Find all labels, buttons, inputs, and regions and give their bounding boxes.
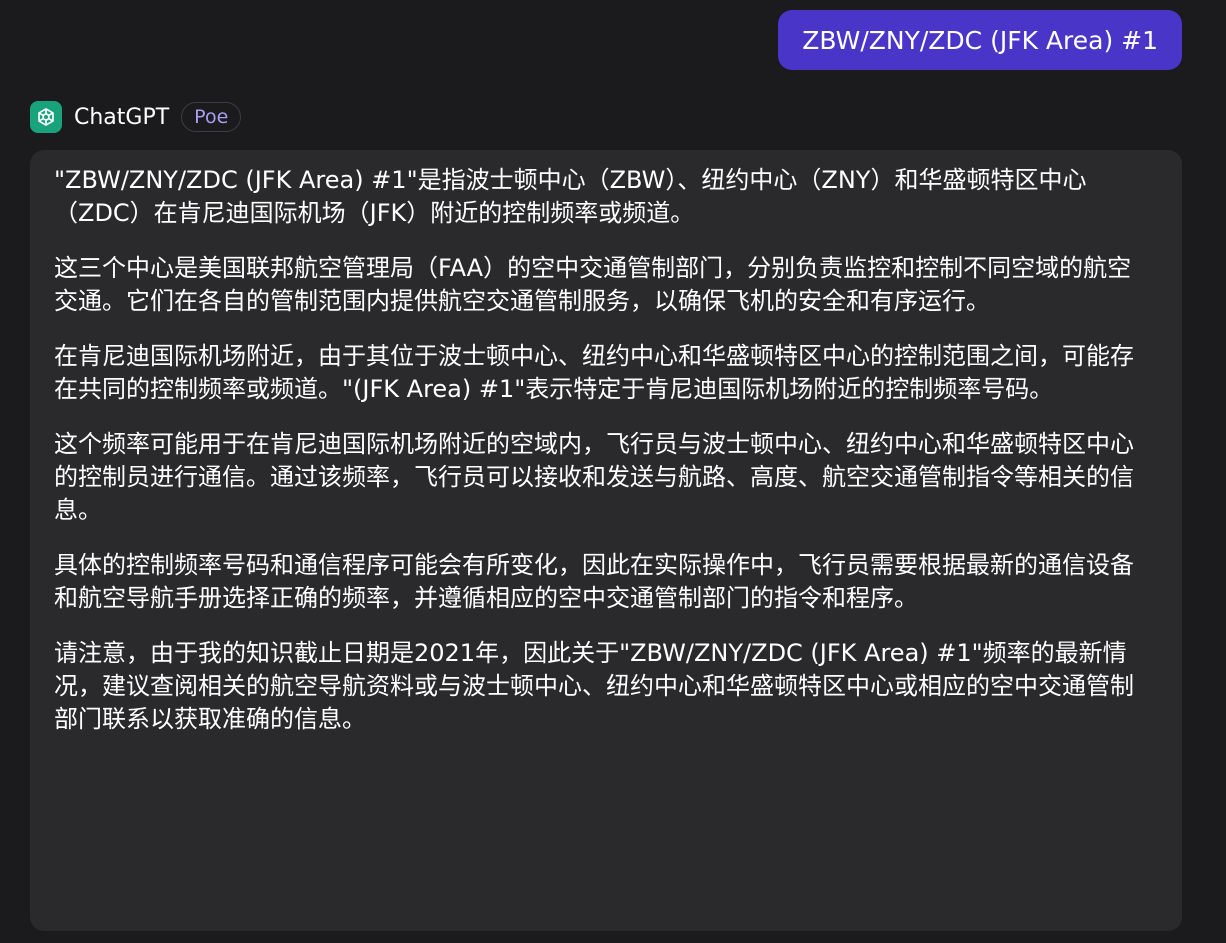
- response-paragraph: 请注意，由于我的知识截止日期是2021年，因此关于"ZBW/ZNY/ZDC (J…: [54, 639, 1134, 733]
- user-message-bubble[interactable]: ZBW/ZNY/ZDC (JFK Area) #1: [778, 10, 1182, 70]
- bot-header: ChatGPT Poe: [30, 101, 242, 133]
- poe-badge: Poe: [181, 102, 242, 132]
- bot-response-bubble: "ZBW/ZNY/ZDC (JFK Area) #1"是指波士顿中心（ZBW）、…: [30, 150, 1182, 931]
- bot-name[interactable]: ChatGPT: [74, 105, 169, 130]
- response-paragraph: 这个频率可能用于在肯尼迪国际机场附近的空域内，飞行员与波士顿中心、纽约中心和华盛…: [54, 430, 1134, 524]
- user-message-text: ZBW/ZNY/ZDC (JFK Area) #1: [802, 25, 1158, 55]
- response-paragraph: 这三个中心是美国联邦航空管理局（FAA）的空中交通管制部门，分别负责监控和控制不…: [54, 254, 1132, 315]
- response-paragraph: 在肯尼迪国际机场附近，由于其位于波士顿中心、纽约中心和华盛顿特区中心的控制范围之…: [54, 342, 1134, 403]
- openai-logo-icon[interactable]: [30, 101, 62, 133]
- response-paragraph: "ZBW/ZNY/ZDC (JFK Area) #1"是指波士顿中心（ZBW）、…: [54, 166, 1087, 227]
- chat-page: ZBW/ZNY/ZDC (JFK Area) #1 ChatGPT Poe "Z…: [0, 0, 1226, 943]
- response-paragraph: 具体的控制频率号码和通信程序可能会有所变化，因此在实际操作中，飞行员需要根据最新…: [54, 551, 1134, 612]
